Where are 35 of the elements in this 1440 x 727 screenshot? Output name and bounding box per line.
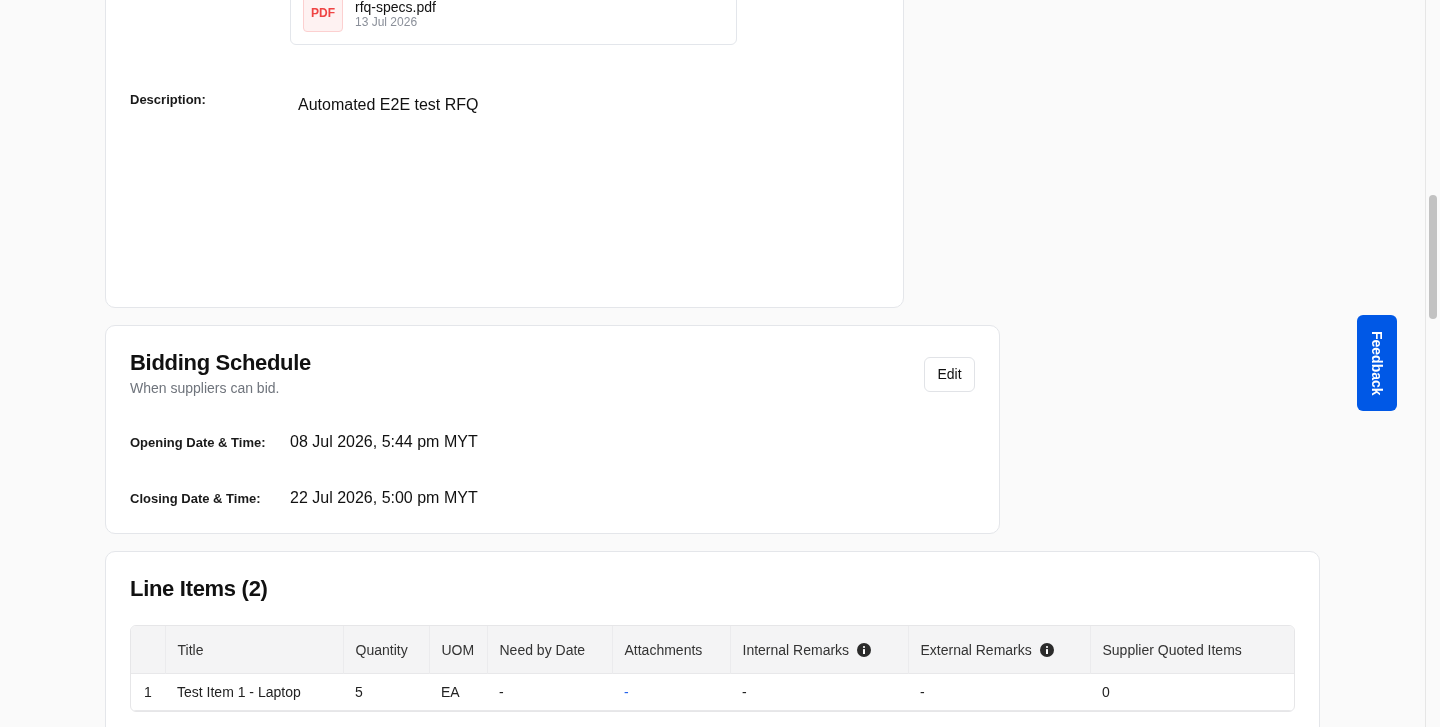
column-header: Supplier Quoted Items [1102,641,1242,658]
table-cell: 5 [343,673,429,711]
scrollbar-thumb[interactable] [1429,195,1437,319]
field-label: Opening Date & Time: [130,434,266,450]
table-cell: 0 [1090,673,1294,711]
date-time-value: 08 Jul 2026, 5:44 pm MYT [290,433,478,451]
table-cell: EA [429,673,487,711]
table-cell: - [908,673,1090,711]
field-label: Description: [130,91,206,109]
column-header: Title [177,641,204,658]
pdf-file-badge: PDF [303,0,343,32]
section-subtitle: When suppliers can bid. [130,379,280,398]
info-icon[interactable] [1039,642,1054,657]
file-name: rfq-specs.pdf [355,0,436,15]
table-cell: Test Item 1 - Laptop [165,673,343,711]
section-title: Bidding Schedule [130,350,311,376]
edit-button[interactable]: Edit [924,356,975,392]
attachment-card[interactable]: PDF rfq-specs.pdf 13 Jul 2026 [290,0,737,45]
info-icon[interactable] [857,642,872,657]
attachment-link[interactable]: - [624,684,629,700]
column-header: Need by Date [499,641,586,658]
column-header: Quantity [355,641,408,658]
feedback-button[interactable]: Feedback [1357,315,1397,411]
section-title: Line Items (2) [130,576,268,602]
file-date: 13 Jul 2026 [355,15,418,30]
row-number: 1 [131,673,165,711]
column-header: Internal Remarks [742,641,850,658]
date-time-value: 22 Jul 2026, 5:00 pm MYT [290,489,478,507]
description-text: Automated E2E test RFQ [298,95,479,115]
column-header: External Remarks [920,641,1032,658]
table-cell: - [487,673,612,711]
column-header: Attachments [624,641,703,658]
table-cell: - [730,673,908,711]
column-header: UOM [441,641,475,658]
field-label: Closing Date & Time: [130,490,261,506]
